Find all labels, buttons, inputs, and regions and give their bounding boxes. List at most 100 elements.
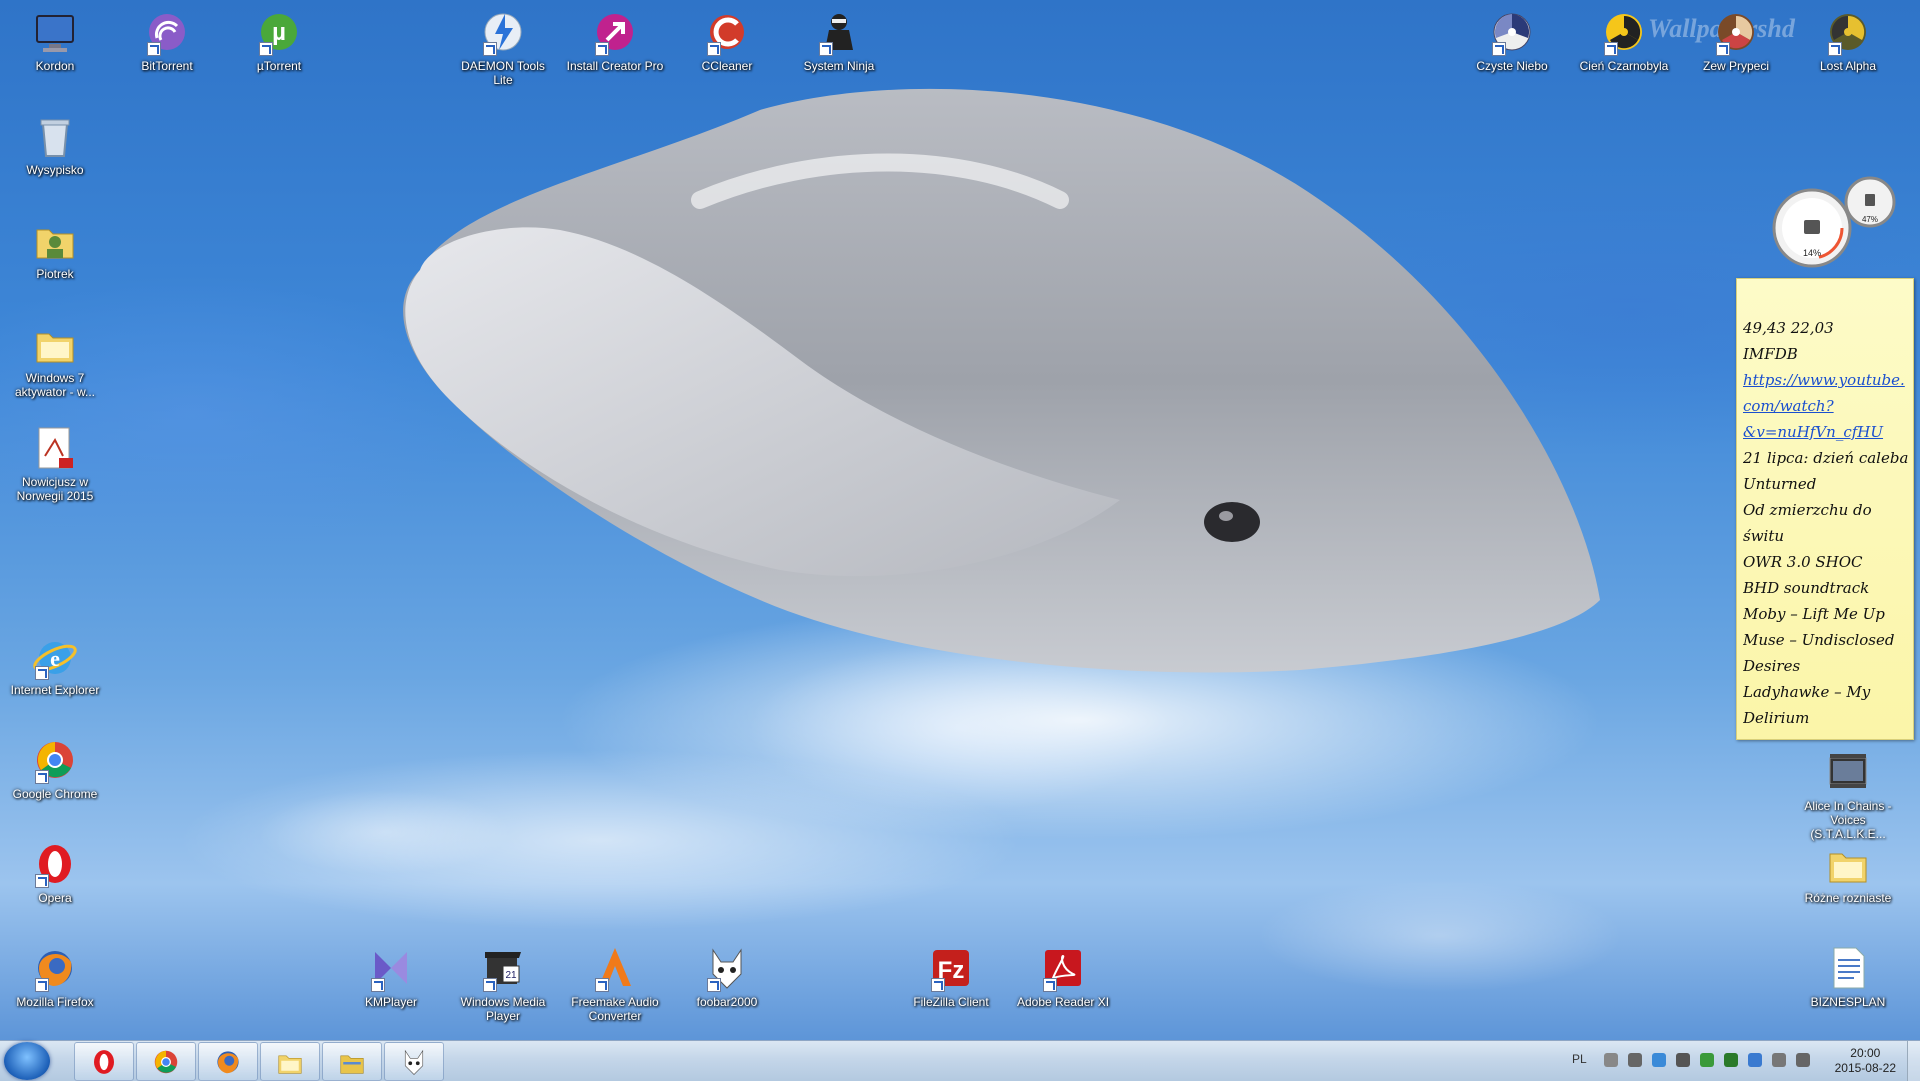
explorer-icon xyxy=(340,1054,364,1074)
taskbar-explorer-button[interactable] xyxy=(322,1042,382,1081)
desktop-icon-filezilla[interactable]: Fz FileZilla Client xyxy=(901,940,1001,1009)
desktop-wallpaper: Wallpapershd xyxy=(0,0,1920,1040)
battery-icon[interactable] xyxy=(1724,1053,1738,1067)
sticky-note-line: Delirium xyxy=(1743,709,1810,727)
folder-icon xyxy=(1824,840,1872,888)
desktop-icon-pdf-document[interactable]: Nowicjusz w Norwegii 2015 xyxy=(5,420,105,503)
sticky-note-line: Muse – Undisclosed xyxy=(1743,631,1895,649)
taskbar-opera-button[interactable] xyxy=(74,1042,134,1081)
taskbar-folder-button[interactable] xyxy=(260,1042,320,1081)
desktop-icon-folder[interactable]: Różne rozniaste xyxy=(1798,836,1898,905)
foobar-icon xyxy=(703,944,751,992)
desktop-icon-user-folder[interactable]: Piotrek xyxy=(5,212,105,281)
pdf-document-icon xyxy=(31,424,79,472)
keyboard-icon[interactable] xyxy=(1604,1053,1618,1067)
desktop-icon-utorrent[interactable]: µ µTorrent xyxy=(229,4,329,73)
desktop-icon-label: FileZilla Client xyxy=(913,995,989,1009)
desktop-icon-daemon-tools[interactable]: DAEMON Tools Lite xyxy=(453,4,553,87)
sticky-note-line: Ladyhawke – My xyxy=(1743,683,1871,701)
sticky-note-link[interactable]: &v=nuHfVn_cfHU xyxy=(1743,419,1913,445)
desktop-icon-label: Freemake Audio Converter xyxy=(571,995,659,1023)
desktop-icon-install-creator[interactable]: Install Creator Pro xyxy=(565,4,665,73)
desktop-icon-kmplayer[interactable]: KMPlayer xyxy=(341,940,441,1009)
shortcut-arrow-icon xyxy=(147,42,161,56)
cpu-meter-gadget[interactable]: 14% 47% xyxy=(1770,176,1920,276)
desktop-icon-label: Kordon xyxy=(35,59,75,73)
firefox-icon xyxy=(31,944,79,992)
folder-icon xyxy=(31,320,79,368)
desktop-icon-label: Install Creator Pro xyxy=(566,59,664,73)
flag-icon[interactable] xyxy=(1772,1053,1786,1067)
taskbar-clock[interactable]: 20:00 2015-08-22 xyxy=(1835,1046,1896,1076)
svg-text:e: e xyxy=(50,646,60,671)
filezilla-icon: Fz xyxy=(927,944,975,992)
shortcut-arrow-icon xyxy=(707,42,721,56)
desktop-icon-chrome[interactable]: Google Chrome xyxy=(5,732,105,801)
language-indicator[interactable]: PL xyxy=(1572,1052,1587,1066)
internet-explorer-icon: e xyxy=(31,632,79,680)
desktop-icon-czyste-niebo[interactable]: Czyste Niebo xyxy=(1462,4,1562,73)
volume-icon[interactable] xyxy=(1628,1053,1642,1067)
chrome-icon xyxy=(31,736,79,784)
sticky-note-line: świtu xyxy=(1743,527,1785,545)
ccleaner-icon xyxy=(703,8,751,56)
desktop-icon-label: Piotrek xyxy=(36,267,74,281)
desktop-icon-radiation[interactable]: Cień Czarnobyla xyxy=(1574,4,1674,73)
desktop-icon-ccleaner[interactable]: CCleaner xyxy=(677,4,777,73)
taskbar-foobar-button[interactable] xyxy=(384,1042,444,1081)
recycle-bin-icon xyxy=(31,112,79,160)
shortcut-arrow-icon xyxy=(483,42,497,56)
desktop-icon-label: Mozilla Firefox xyxy=(16,995,94,1009)
shortcut-arrow-icon xyxy=(931,978,945,992)
zew-prypeci-icon xyxy=(1712,8,1760,56)
desktop-icon-video-file[interactable]: Alice In Chains - Voices (S.T.A.L.K.E... xyxy=(1798,744,1898,841)
shortcut-arrow-icon xyxy=(1043,978,1057,992)
update-icon[interactable] xyxy=(1748,1053,1762,1067)
desktop-icon-firefox[interactable]: Mozilla Firefox xyxy=(5,940,105,1009)
desktop-icon-opera[interactable]: Opera xyxy=(5,836,105,905)
desktop-icon-foobar[interactable]: foobar2000 xyxy=(677,940,777,1009)
desktop-icon-system-ninja[interactable]: System Ninja xyxy=(789,4,889,73)
radiation-icon xyxy=(1600,8,1648,56)
desktop-icon-bittorrent[interactable]: BitTorrent xyxy=(117,4,217,73)
desktop-icon-label: CCleaner xyxy=(701,59,753,73)
sticky-note[interactable]: 49,43 22,03 IMFDB https://www.youtube. com/… xyxy=(1736,278,1914,740)
svg-text:µ: µ xyxy=(272,19,286,46)
desktop-icon-lost-alpha[interactable]: Lost Alpha xyxy=(1798,4,1898,73)
computer-icon xyxy=(31,8,79,56)
media-player-icon: 21 xyxy=(479,944,527,992)
foobar-icon xyxy=(404,1049,424,1075)
desktop-icon-internet-explorer[interactable]: e Internet Explorer xyxy=(5,628,105,697)
desktop-icon-computer[interactable]: Kordon xyxy=(5,4,105,73)
shortcut-arrow-icon xyxy=(483,978,497,992)
info-icon[interactable] xyxy=(1652,1053,1666,1067)
sticky-note-line: 49,43 22,03 xyxy=(1743,319,1834,337)
freemake-icon xyxy=(591,944,639,992)
shortcut-arrow-icon xyxy=(1604,42,1618,56)
video-file-icon xyxy=(1824,748,1872,796)
sticky-note-link[interactable]: com/watch? xyxy=(1743,393,1913,419)
desktop-icon-zew-prypeci[interactable]: Zew Prypeci xyxy=(1686,4,1786,73)
utorrent-icon: µ xyxy=(255,8,303,56)
network-icon[interactable] xyxy=(1700,1053,1714,1067)
display-icon[interactable] xyxy=(1796,1053,1810,1067)
desktop-icon-freemake[interactable]: Freemake Audio Converter xyxy=(565,940,665,1023)
desktop-icon-label: Czyste Niebo xyxy=(1476,59,1548,73)
shortcut-arrow-icon xyxy=(35,666,49,680)
show-desktop-button[interactable] xyxy=(1907,1041,1920,1081)
sticky-note-link[interactable]: https://www.youtube. xyxy=(1743,367,1913,393)
taskbar-firefox-button[interactable] xyxy=(198,1042,258,1081)
sticky-note-line: Unturned xyxy=(1743,475,1817,493)
shortcut-arrow-icon xyxy=(1828,42,1842,56)
desktop-icon-label: foobar2000 xyxy=(696,995,758,1009)
monitor-icon[interactable] xyxy=(1676,1053,1690,1067)
desktop-icon-media-player[interactable]: 21 Windows Media Player xyxy=(453,940,553,1023)
desktop-icon-folder[interactable]: Windows 7 aktywator - w... xyxy=(5,316,105,399)
start-button[interactable] xyxy=(4,1042,50,1080)
desktop-icon-label: System Ninja xyxy=(803,59,875,73)
desktop-icon-adobe-reader[interactable]: Adobe Reader XI xyxy=(1013,940,1113,1009)
taskbar-chrome-button[interactable] xyxy=(136,1042,196,1081)
folder-icon xyxy=(278,1054,302,1074)
desktop-icon-document[interactable]: BIZNESPLAN xyxy=(1798,940,1898,1009)
desktop-icon-recycle-bin[interactable]: Wysypisko xyxy=(5,108,105,177)
